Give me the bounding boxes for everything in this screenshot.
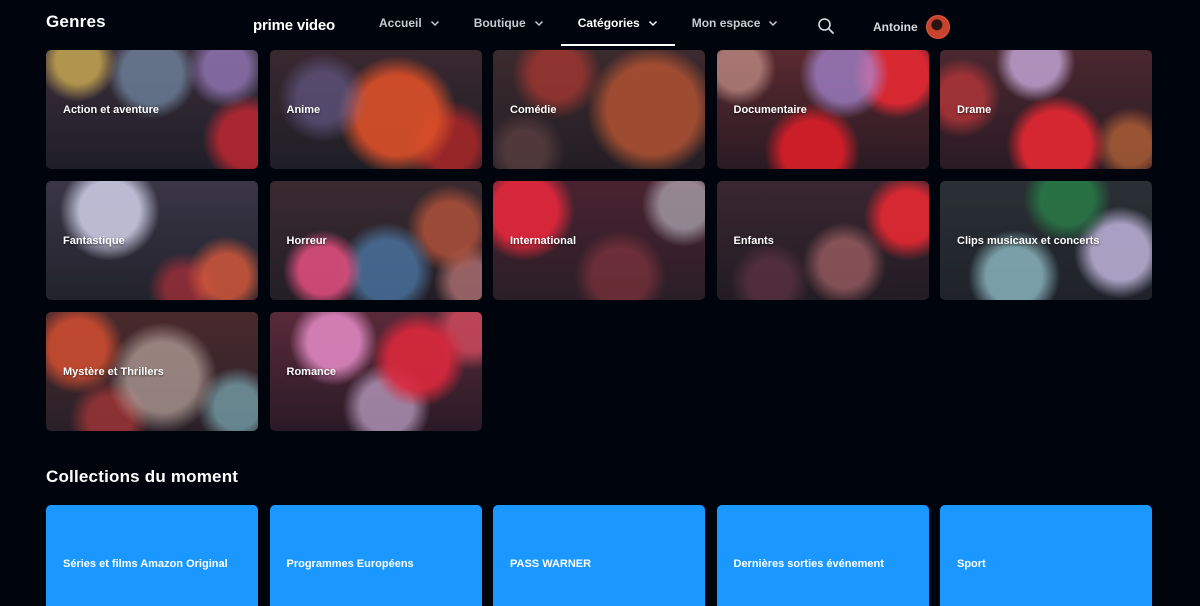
chevron-down-icon: [534, 20, 543, 27]
collection-label: Programmes Européens: [286, 558, 414, 570]
genres-grid: Action et aventure Anime Comédie Documen…: [46, 50, 1152, 431]
genre-tile-action-et-aventure[interactable]: Action et aventure: [46, 50, 258, 169]
genre-tile-horreur[interactable]: Horreur: [269, 181, 482, 300]
collection-label: PASS WARNER: [510, 558, 592, 570]
main-nav: Accueil Boutique Catégories Mon espace: [362, 0, 795, 46]
collection-tile-amazon-original[interactable]: Séries et films Amazon Original: [46, 505, 258, 606]
genre-tile-enfants[interactable]: Enfants: [716, 181, 929, 300]
genre-label: International: [510, 234, 577, 247]
nav-item-mon-espace[interactable]: Mon espace: [675, 0, 796, 46]
collection-tile-programmes-europeens[interactable]: Programmes Européens: [269, 505, 482, 606]
nav-item-categories[interactable]: Catégories: [560, 0, 675, 46]
nav-item-boutique[interactable]: Boutique: [457, 0, 561, 46]
collection-label: Dernières sorties événement: [733, 558, 884, 570]
nav-item-label: Catégories: [577, 16, 640, 30]
genre-tile-anime[interactable]: Anime: [269, 50, 482, 169]
genre-label: Horreur: [286, 234, 327, 247]
collections-heading: Collections du moment: [46, 467, 239, 486]
search-icon[interactable]: [817, 17, 835, 35]
genre-label: Anime: [286, 103, 321, 116]
nav-item-label: Boutique: [473, 16, 526, 30]
collection-label: Séries et films Amazon Original: [63, 558, 228, 570]
genre-tile-comedie[interactable]: Comédie: [493, 50, 705, 169]
genre-tile-international[interactable]: International: [493, 181, 705, 300]
collection-label: Sport: [957, 558, 986, 570]
nav-item-label: Accueil: [379, 16, 422, 30]
genre-label: Comédie: [510, 103, 557, 116]
collection-tile-dernieres-sorties[interactable]: Dernières sorties événement: [716, 505, 929, 606]
genre-tile-fantastique[interactable]: Fantastique: [46, 181, 258, 300]
genre-label: Romance: [286, 365, 337, 378]
genre-tile-documentaire[interactable]: Documentaire: [716, 50, 929, 169]
genre-tile-romance[interactable]: Romance: [269, 312, 482, 431]
genre-label: Clips musicaux et concerts: [957, 234, 1100, 247]
genre-label: Enfants: [733, 234, 774, 247]
nav-item-accueil[interactable]: Accueil: [362, 0, 457, 46]
collection-tile-sport[interactable]: Sport: [940, 505, 1152, 606]
genre-tile-mystere-et-thrillers[interactable]: Mystère et Thrillers: [46, 312, 258, 431]
genres-heading: Genres: [46, 12, 106, 31]
genre-label: Documentaire: [733, 103, 807, 116]
prime-video-logo[interactable]: prime video: [253, 17, 335, 34]
genre-tile-drame[interactable]: Drame: [940, 50, 1152, 169]
genre-label: Fantastique: [63, 234, 125, 247]
collections-row: Séries et films Amazon Original Programm…: [46, 505, 1152, 606]
genre-label: Mystère et Thrillers: [63, 365, 164, 378]
user-name[interactable]: Antoine: [873, 20, 918, 34]
avatar[interactable]: [926, 15, 950, 39]
chevron-down-icon: [648, 20, 657, 27]
collection-tile-pass-warner[interactable]: PASS WARNER: [493, 505, 705, 606]
nav-item-label: Mon espace: [691, 16, 761, 30]
chevron-down-icon: [430, 20, 439, 27]
genre-label: Action et aventure: [63, 103, 159, 116]
chevron-down-icon: [769, 20, 778, 27]
genre-tile-clips-musicaux[interactable]: Clips musicaux et concerts: [940, 181, 1152, 300]
page: Genres prime video Accueil Boutique Caté…: [0, 0, 1200, 606]
genre-label: Drame: [957, 103, 992, 116]
